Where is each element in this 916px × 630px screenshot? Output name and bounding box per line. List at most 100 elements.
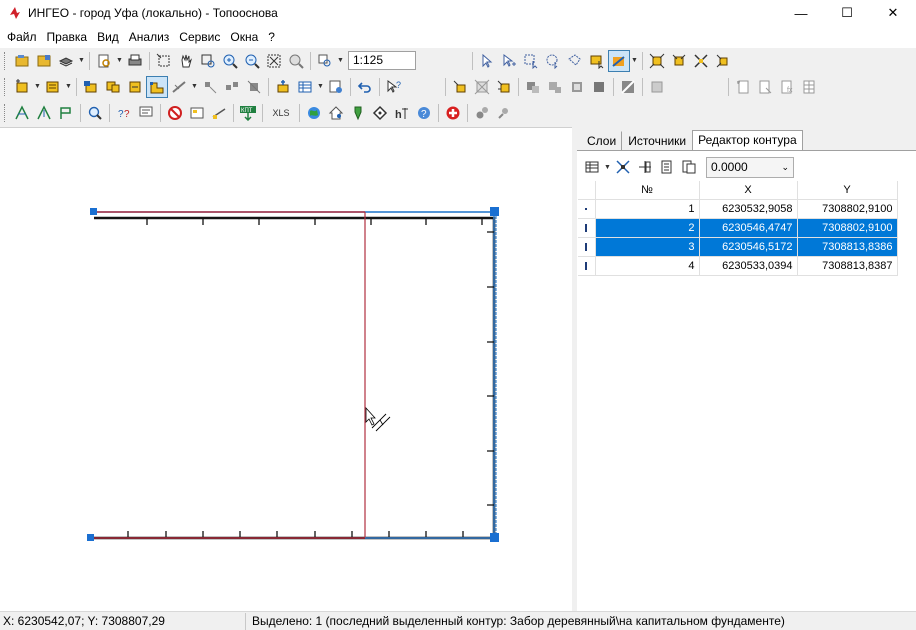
- measure-icon[interactable]: [208, 102, 230, 124]
- cell-number[interactable]: 4: [595, 256, 700, 276]
- col-y[interactable]: Y: [797, 181, 898, 200]
- table-icon[interactable]: [294, 76, 316, 98]
- cell-number[interactable]: 1: [595, 199, 700, 219]
- geodesy-import-icon[interactable]: [11, 102, 33, 124]
- snap-center-icon[interactable]: [712, 50, 734, 72]
- ungroup-icon[interactable]: [544, 76, 566, 98]
- minimize-button[interactable]: —: [778, 0, 824, 26]
- cell-y[interactable]: 7308802,9100: [797, 218, 898, 238]
- vertex-handle-2[interactable]: [490, 207, 499, 216]
- fence-contour[interactable]: [91, 211, 496, 540]
- menu-view[interactable]: Вид: [92, 26, 124, 48]
- snap-cross-icon[interactable]: [690, 50, 712, 72]
- layers-icon[interactable]: [55, 50, 77, 72]
- undo-icon[interactable]: [354, 76, 376, 98]
- no-entry-icon[interactable]: [164, 102, 186, 124]
- contour-editor-dropdown-icon[interactable]: ▼: [630, 57, 639, 64]
- selected-contour[interactable]: [91, 211, 497, 539]
- print-icon[interactable]: [124, 50, 146, 72]
- grid-view-dropdown-icon[interactable]: ▼: [603, 164, 612, 171]
- maximize-button[interactable]: ☐: [824, 0, 870, 26]
- vertex-handle-3[interactable]: [490, 533, 499, 542]
- doc-open-icon[interactable]: [754, 76, 776, 98]
- bring-front-icon[interactable]: [566, 76, 588, 98]
- doc-formula-icon[interactable]: fx: [776, 76, 798, 98]
- zoom-previous-icon[interactable]: [285, 50, 307, 72]
- split-contour-icon[interactable]: [471, 76, 493, 98]
- select-plus-icon[interactable]: [498, 50, 520, 72]
- vertex-handle-4[interactable]: [87, 534, 94, 541]
- vertex-handle-1[interactable]: [90, 208, 97, 215]
- doc-new-icon[interactable]: [732, 76, 754, 98]
- row-indicator[interactable]: [578, 256, 596, 276]
- contour-move-icon[interactable]: [124, 76, 146, 98]
- scale-input[interactable]: 1:125: [348, 51, 416, 70]
- menu-service[interactable]: Сервис: [174, 26, 225, 48]
- table-row[interactable]: 1 6230532,9058 7308802,9100: [578, 199, 898, 219]
- tab-contour-editor[interactable]: Редактор контура: [692, 130, 803, 151]
- cell-y[interactable]: 7308813,8386: [797, 237, 898, 257]
- print-preview-icon[interactable]: [93, 50, 115, 72]
- save-map-icon[interactable]: [33, 50, 55, 72]
- col-number[interactable]: №: [595, 181, 700, 200]
- send-back-icon[interactable]: [588, 76, 610, 98]
- line-tool-icon[interactable]: [168, 76, 190, 98]
- open-map-icon[interactable]: [11, 50, 33, 72]
- cell-x[interactable]: 6230546,5172: [699, 237, 798, 257]
- layers-dropdown-icon[interactable]: ▼: [77, 57, 86, 64]
- zoom-out-icon[interactable]: [241, 50, 263, 72]
- contour-editor-icon[interactable]: [608, 49, 630, 72]
- medical-cross-icon[interactable]: [442, 102, 464, 124]
- line-tool-dropdown-icon[interactable]: ▼: [190, 83, 199, 90]
- legend-icon[interactable]: [186, 102, 208, 124]
- grid-view-icon[interactable]: [581, 156, 603, 178]
- cut-contour-icon[interactable]: [449, 76, 471, 98]
- map-canvas[interactable]: [0, 127, 572, 611]
- cell-number[interactable]: 3: [595, 237, 700, 257]
- zoom-window-icon[interactable]: [153, 50, 175, 72]
- select-arrow-icon[interactable]: [476, 50, 498, 72]
- cell-y[interactable]: 7308802,9100: [797, 199, 898, 219]
- copy-doc-icon[interactable]: [656, 156, 678, 178]
- select-object-icon[interactable]: [586, 50, 608, 72]
- xls-export-icon[interactable]: XLS: [266, 102, 296, 124]
- insert-object-icon[interactable]: [272, 76, 294, 98]
- hatch-icon[interactable]: [617, 76, 639, 98]
- tab-layers[interactable]: Слои: [581, 131, 623, 151]
- row-indicator[interactable]: [578, 237, 596, 257]
- print-preview-dropdown-icon[interactable]: ▼: [115, 57, 124, 64]
- zoom-extent-icon[interactable]: [263, 50, 285, 72]
- help-icon[interactable]: ?: [413, 102, 435, 124]
- zoom-rect-icon[interactable]: [197, 50, 219, 72]
- new-object-dropdown-icon[interactable]: ▼: [33, 83, 42, 90]
- col-x[interactable]: X: [699, 181, 798, 200]
- menu-analysis[interactable]: Анализ: [124, 26, 175, 48]
- map-drawing[interactable]: [0, 128, 572, 612]
- pan-hand-icon[interactable]: [175, 50, 197, 72]
- doc-table-icon[interactable]: [798, 76, 820, 98]
- table-row[interactable]: 4 6230533,0394 7308813,8387: [578, 256, 898, 276]
- menu-help[interactable]: ?: [263, 26, 280, 48]
- new-object-icon[interactable]: [11, 76, 33, 98]
- query-icon[interactable]: ??: [113, 102, 135, 124]
- menu-windows[interactable]: Окна: [225, 26, 263, 48]
- scale-dropdown-icon[interactable]: ▼: [336, 57, 345, 64]
- tolerance-select[interactable]: 0.0000 ⌄: [706, 156, 794, 178]
- home-icon[interactable]: [325, 102, 347, 124]
- scale-zoom-icon[interactable]: [314, 50, 336, 72]
- geodesy-export-icon[interactable]: [33, 102, 55, 124]
- search-icon[interactable]: [84, 102, 106, 124]
- menu-file[interactable]: Файл: [2, 26, 42, 48]
- object-properties-icon[interactable]: [325, 76, 347, 98]
- vertex-edit-icon[interactable]: [146, 75, 168, 98]
- geodesy-points-icon[interactable]: [55, 102, 77, 124]
- snap-vertex-icon[interactable]: [646, 50, 668, 72]
- globe-icon[interactable]: [303, 102, 325, 124]
- merge-contour-icon[interactable]: [493, 76, 515, 98]
- cell-x[interactable]: 6230532,9058: [699, 199, 798, 219]
- contour-union-icon[interactable]: [102, 76, 124, 98]
- table-row[interactable]: 2 6230546,4747 7308802,9100: [578, 218, 898, 238]
- zoom-in-icon[interactable]: [219, 50, 241, 72]
- paste-doc-icon[interactable]: [678, 156, 700, 178]
- info-query-icon[interactable]: [135, 102, 157, 124]
